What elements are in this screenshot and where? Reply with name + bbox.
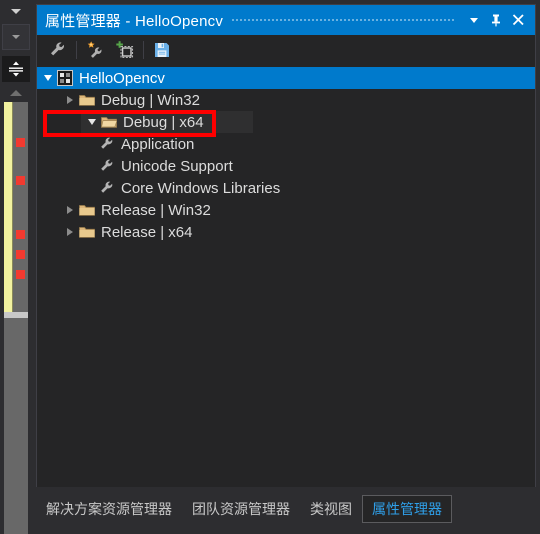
chevron-down-icon [11, 8, 21, 14]
auto-hide-pin-button[interactable] [485, 7, 507, 33]
tree-node-label: Core Windows Libraries [121, 179, 281, 197]
folder-glyph [79, 95, 95, 106]
tree-node-application[interactable]: Application [37, 133, 535, 155]
folder-glyph [79, 227, 95, 238]
folder-icon [77, 221, 97, 243]
tab-label: 团队资源管理器 [192, 501, 290, 517]
property-manager-tree[interactable]: HelloOpencv Debug | Win32 Debug | x64 Ap… [37, 65, 535, 487]
tree-node-release-win32[interactable]: Release | Win32 [37, 199, 535, 221]
tab-team-explorer[interactable]: 团队资源管理器 [182, 495, 300, 523]
triangle-down-glyph [88, 119, 96, 125]
triangle-right-glyph [67, 95, 73, 104]
tree-node-hello-opencv[interactable]: HelloOpencv [37, 67, 535, 89]
tree-node-label: Application [121, 135, 195, 153]
wrench-sparkle-icon [87, 41, 102, 58]
wrench-icon [51, 42, 64, 56]
wrench-icon [97, 177, 117, 199]
expander-expanded-icon[interactable] [85, 111, 99, 133]
error-marker[interactable] [16, 138, 25, 147]
window-dropdown-button[interactable] [463, 7, 485, 33]
folder-open-glyph [101, 117, 117, 128]
expander-collapsed-icon[interactable] [63, 89, 77, 111]
tab-solution-explorer[interactable]: 解决方案资源管理器 [36, 495, 182, 523]
wrench-icon [97, 133, 117, 155]
add-existing-icon [116, 41, 134, 59]
toolbar-separator [143, 41, 144, 59]
tree-node-unicode-support[interactable]: Unicode Support [37, 155, 535, 177]
add-new-property-sheet-button[interactable] [80, 37, 110, 63]
tree-node-label: Debug | x64 [123, 113, 204, 131]
wrench-icon [97, 155, 117, 177]
tab-label: 解决方案资源管理器 [46, 501, 172, 517]
toolbar-separator [76, 41, 77, 59]
tree-node-label: Debug | Win32 [101, 91, 200, 109]
tab-class-view[interactable]: 类视图 [300, 495, 362, 523]
error-marker[interactable] [16, 230, 25, 239]
folder-open-icon [99, 111, 119, 133]
tree-node-label: Release | Win32 [101, 201, 211, 219]
tree-node-debug-x64[interactable]: Debug | x64 [81, 111, 253, 133]
tool-window-tabstrip: 解决方案资源管理器 团队资源管理器 类视图 属性管理器 [36, 492, 536, 526]
page-title: 属性管理器 - HelloOpencv [45, 12, 224, 30]
scroll-up-arrow-icon[interactable] [4, 86, 28, 100]
editor-scrollbar-strip [0, 0, 32, 534]
vs-ide-screenshot: 属性管理器 - HelloOpencv HelloOpencv Debug | … [0, 0, 540, 534]
save-button[interactable] [147, 37, 177, 63]
splitter-grip-icon[interactable] [2, 56, 30, 82]
triangle-right-glyph [67, 227, 73, 236]
tree-node-label: Unicode Support [121, 157, 233, 175]
chevron-down-small-icon [12, 35, 20, 39]
tool-window-titlebar[interactable]: 属性管理器 - HelloOpencv [37, 5, 535, 35]
triangle-right-glyph [67, 205, 73, 214]
tab-label: 类视图 [310, 501, 352, 517]
expander-collapsed-icon[interactable] [63, 221, 77, 243]
splitter-grip-glyph [9, 61, 23, 77]
tool-window-toolbar [37, 35, 535, 65]
titlebar-drag-dots[interactable] [231, 5, 455, 35]
wrench-glyph [101, 137, 113, 149]
folder-glyph [79, 205, 95, 216]
expander-collapsed-icon[interactable] [63, 199, 77, 221]
editor-split-dropdown-secondary[interactable] [2, 24, 30, 50]
tab-label: 属性管理器 [372, 501, 442, 517]
error-marker[interactable] [16, 250, 25, 259]
scroll-up-glyph [10, 90, 22, 96]
tree-node-label: HelloOpencv [79, 69, 165, 87]
add-existing-property-sheet-button[interactable] [110, 37, 140, 63]
tree-node-core-windows-libraries[interactable]: Core Windows Libraries [37, 177, 535, 199]
triangle-down-glyph [44, 75, 52, 81]
wrench-glyph [101, 181, 113, 193]
chevron-down-icon [470, 18, 478, 23]
solution-icon [55, 67, 75, 89]
tree-node-label: Release | x64 [101, 223, 193, 241]
editor-split-dropdown-top[interactable] [0, 0, 32, 22]
error-marker[interactable] [16, 176, 25, 185]
tab-property-manager[interactable]: 属性管理器 [362, 495, 452, 523]
close-button[interactable] [507, 7, 529, 33]
expander-expanded-icon[interactable] [41, 67, 55, 89]
scrollbar-map-track-lower[interactable] [4, 318, 28, 534]
folder-icon [77, 89, 97, 111]
pin-icon [492, 14, 500, 27]
properties-wrench-button[interactable] [43, 37, 73, 63]
property-manager-tool-window: 属性管理器 - HelloOpencv HelloOpencv Debug | … [36, 4, 536, 487]
wrench-glyph [101, 159, 113, 171]
tree-node-debug-win32[interactable]: Debug | Win32 [37, 89, 535, 111]
error-marker[interactable] [16, 270, 25, 279]
scrollbar-map-track[interactable] [4, 102, 28, 312]
save-floppy-icon [155, 43, 169, 57]
close-icon [512, 14, 524, 26]
tree-node-release-x64[interactable]: Release | x64 [37, 221, 535, 243]
solution-glyph [57, 70, 73, 86]
change-bar [4, 102, 13, 312]
folder-icon [77, 199, 97, 221]
